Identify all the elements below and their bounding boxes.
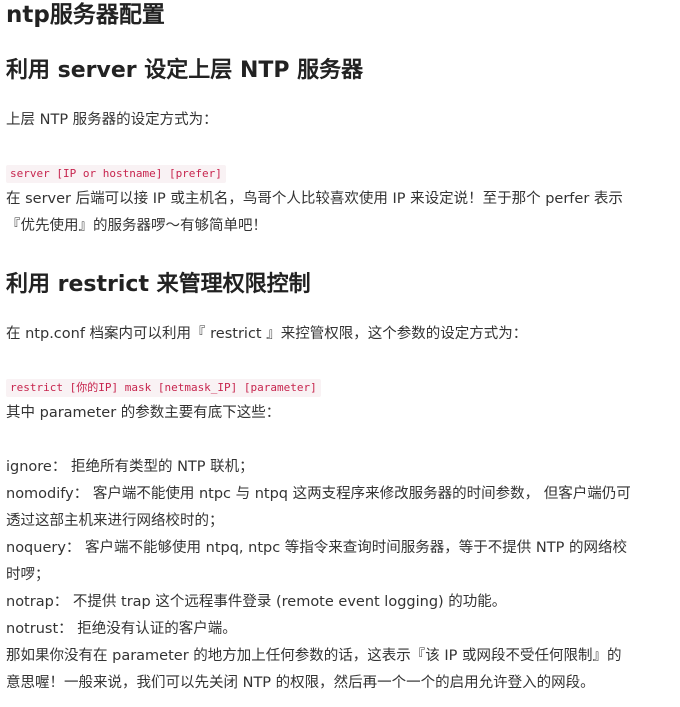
server-code: server [IP or hostname] [prefer] <box>6 165 226 183</box>
restrict-code: restrict [你的IP] mask [netmask_IP] [param… <box>6 379 321 397</box>
server-desc-line1: 在 server 后端可以接 IP 或主机名，鸟哥个人比较喜欢使用 IP 来设定… <box>6 191 623 207</box>
server-desc-line2: 『优先使用』的服务器啰～有够简单吧！ <box>6 218 267 234</box>
param-noquery-line2: 时啰； <box>6 567 50 583</box>
closing-line1: 那如果你没有在 parameter 的地方加上任何参数的话，这表示『该 IP 或… <box>6 648 622 664</box>
param-ignore: ignore： 拒绝所有类型的 NTP 联机； <box>6 459 254 475</box>
server-intro: 上层 NTP 服务器的设定方式为： <box>6 112 218 128</box>
param-nomodify-line2: 透过这部主机来进行网络校时的； <box>6 513 224 529</box>
closing-line2: 意思喔！一般来说，我们可以先关闭 NTP 的权限，然后再一个一个的启用允许登入的… <box>6 675 595 691</box>
params-intro: 其中 parameter 的参数主要有底下这些： <box>6 405 281 421</box>
section-heading-restrict: 利用 restrict 来管理权限控制 <box>6 272 311 297</box>
param-notrust: notrust： 拒绝没有认证的客户端。 <box>6 621 237 637</box>
restrict-intro: 在 ntp.conf 档案内可以利用『 restrict 』来控管权限，这个参数… <box>6 326 528 342</box>
param-noquery-line1: noquery： 客户端不能够使用 ntpq, ntpc 等指令来查询时间服务器… <box>6 540 627 556</box>
page-title: ntp服务器配置 <box>6 2 165 28</box>
param-nomodify-line1: nomodify： 客户端不能使用 ntpc 与 ntpq 这两支程序来修改服务… <box>6 486 631 502</box>
param-notrap: notrap： 不提供 trap 这个远程事件登录 (remote event … <box>6 594 507 610</box>
section-heading-server: 利用 server 设定上层 NTP 服务器 <box>6 58 364 83</box>
article: ntp服务器配置 利用 server 设定上层 NTP 服务器 上层 NTP 服… <box>0 0 680 707</box>
